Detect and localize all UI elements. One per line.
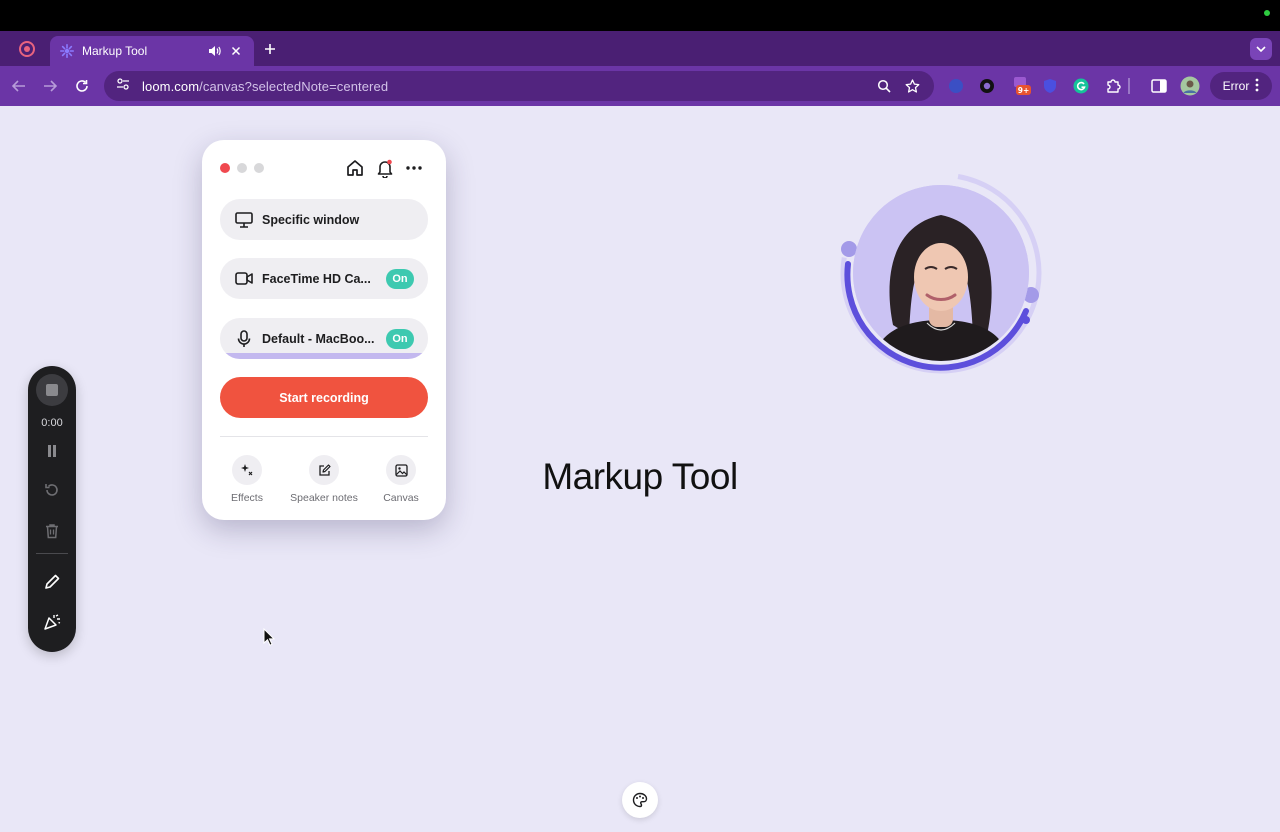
image-canvas-icon <box>386 455 416 485</box>
speaker-notes-label: Speaker notes <box>290 492 358 504</box>
camera-label: FaceTime HD Ca... <box>262 271 371 286</box>
tab-strip: Markup Tool <box>0 31 1280 66</box>
side-panel-icon[interactable] <box>1149 76 1169 96</box>
recording-timer: 0:00 <box>41 417 63 429</box>
webcam-video-feed <box>853 185 1029 361</box>
new-tab-plus-icon[interactable] <box>260 39 280 59</box>
site-settings-icon[interactable] <box>116 77 130 95</box>
mouse-cursor-icon <box>263 628 275 646</box>
canvas-title: Markup Tool <box>542 456 738 497</box>
shield-icon[interactable] <box>1040 76 1060 96</box>
microphone-icon <box>234 329 254 349</box>
speaker-icon[interactable] <box>206 45 222 57</box>
url-text: loom.com/canvas?selectedNote=centered <box>142 79 866 94</box>
error-label: Error <box>1222 79 1250 93</box>
extension-dark-circle-icon[interactable] <box>977 76 997 96</box>
zoom-magnifier-icon[interactable] <box>874 76 894 96</box>
capture-source-selector[interactable]: Specific window <box>220 199 428 240</box>
capture-source-label: Specific window <box>262 212 360 227</box>
url-path: /canvas?selectedNote=centered <box>199 78 389 94</box>
microphone-on-toggle[interactable]: On <box>386 328 414 349</box>
extension-badge-icon[interactable]: 9+ <box>1012 76 1032 96</box>
home-icon[interactable] <box>344 157 366 179</box>
chevron-down-icon[interactable] <box>1250 38 1272 60</box>
stop-recording-button[interactable] <box>36 374 68 406</box>
edit-note-icon <box>309 455 339 485</box>
effects-label: Effects <box>231 492 263 504</box>
kebab-menu-icon <box>1255 78 1259 95</box>
canvas-label: Canvas <box>383 492 419 504</box>
loom-recorder-popup: Specific window FaceTime HD Ca... On Def… <box>202 140 446 520</box>
canvas-button[interactable]: Canvas <box>361 455 441 504</box>
tab-title: Markup Tool <box>82 44 148 58</box>
back-arrow-icon[interactable] <box>9 76 29 96</box>
popup-divider <box>220 436 428 437</box>
puzzle-extensions-icon[interactable] <box>1103 76 1123 96</box>
video-camera-icon <box>234 269 254 289</box>
star-bookmark-icon[interactable] <box>902 76 922 96</box>
bell-notification-icon[interactable] <box>374 157 396 179</box>
extension-blue-icon[interactable] <box>946 76 966 96</box>
pause-icon[interactable] <box>42 441 62 461</box>
confetti-effects-icon[interactable] <box>42 612 62 632</box>
camera-selector[interactable]: FaceTime HD Ca... On <box>220 258 428 299</box>
microphone-selector[interactable]: Default - MacBoo... On <box>220 318 428 359</box>
speaker-notes-button[interactable]: Speaker notes <box>284 455 364 504</box>
sparkle-effects-icon <box>232 455 262 485</box>
recording-indicator-icon[interactable] <box>19 41 35 57</box>
maximize-window-dot[interactable] <box>254 163 264 173</box>
loom-favicon-icon <box>60 44 74 58</box>
microphone-label: Default - MacBoo... <box>262 331 375 346</box>
address-bar[interactable]: loom.com/canvas?selectedNote=centered <box>104 71 934 101</box>
profile-error-button[interactable]: Error <box>1210 72 1272 100</box>
monitor-icon <box>234 210 254 230</box>
browser-toolbar: loom.com/canvas?selectedNote=centered 9+… <box>0 66 1280 106</box>
palette-button[interactable] <box>622 782 658 818</box>
webcam-bubble[interactable] <box>836 168 1046 378</box>
pencil-draw-icon[interactable] <box>42 572 62 592</box>
trash-icon[interactable] <box>42 521 62 541</box>
status-indicator-dot <box>1264 10 1270 16</box>
close-icon[interactable] <box>228 46 244 56</box>
minimize-window-dot[interactable] <box>237 163 247 173</box>
grammarly-icon[interactable] <box>1071 76 1091 96</box>
reload-icon[interactable] <box>72 76 92 96</box>
person-silhouette <box>853 185 1029 361</box>
forward-arrow-icon[interactable] <box>40 76 60 96</box>
effects-button[interactable]: Effects <box>207 455 287 504</box>
camera-on-toggle[interactable]: On <box>386 268 414 289</box>
palette-icon <box>632 792 648 808</box>
profile-avatar[interactable] <box>1180 76 1200 96</box>
recording-control-bar: 0:00 <box>28 366 76 652</box>
close-window-dot[interactable] <box>220 163 230 173</box>
tab-markup-tool[interactable]: Markup Tool <box>50 36 254 66</box>
mic-level-meter <box>220 353 428 359</box>
extension-badge-count: 9+ <box>1018 86 1030 95</box>
more-options-icon[interactable] <box>403 157 425 179</box>
os-menu-bar <box>0 0 1280 31</box>
restart-icon[interactable] <box>42 480 62 500</box>
control-bar-divider <box>36 553 68 554</box>
start-recording-button[interactable]: Start recording <box>220 377 428 418</box>
toolbar-divider <box>1128 78 1130 94</box>
url-host: loom.com <box>142 78 200 94</box>
